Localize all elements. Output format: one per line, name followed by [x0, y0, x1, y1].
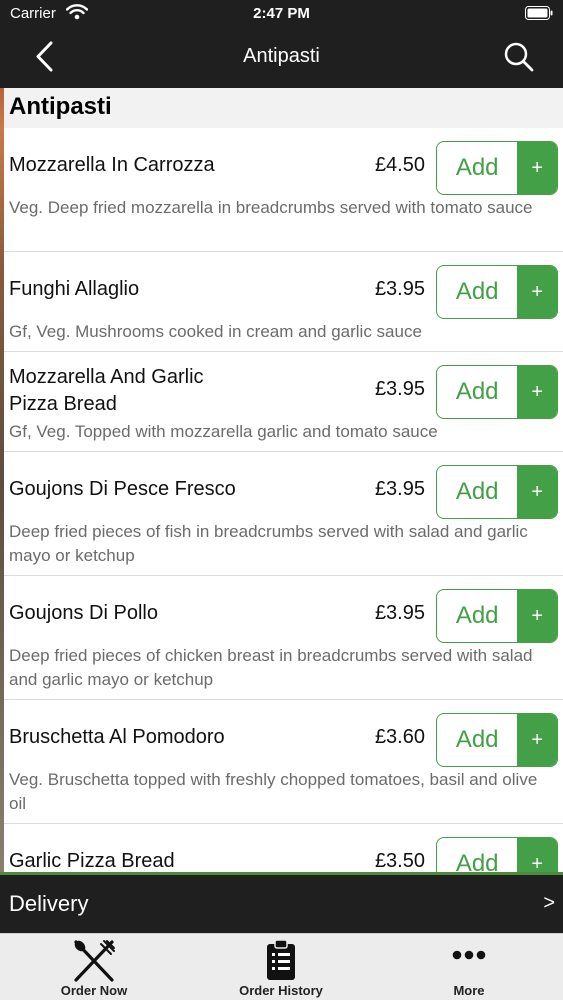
item-price: £3.95	[374, 478, 425, 500]
menu-list: Antipasti Mozzarella In Carrozza £4.50 Add…	[0, 88, 563, 874]
item-description: Deep fried pieces of fish in breadcrumbs…	[9, 522, 528, 565]
more-dots-icon	[451, 948, 487, 967]
items-list: Mozzarella In Carrozza £4.50 Add + Veg. Deep…	[4, 128, 563, 874]
menu-item: Funghi Allaglio £3.95 Add + Gf, Veg. Mushroo…	[4, 252, 563, 352]
page-title: Antipasti	[243, 45, 320, 67]
item-name: Mozzarella And Garlic Pizza Bread	[9, 366, 204, 415]
fork-knife-icon	[71, 938, 117, 989]
item-price: £3.60	[374, 726, 425, 748]
tab-order-history[interactable]: Order History	[211, 934, 351, 1000]
plus-icon: +	[517, 366, 557, 418]
item-description: Deep fried pieces of chicken breast in b…	[9, 646, 533, 689]
add-button[interactable]: Add +	[436, 265, 558, 319]
add-label: Add	[455, 378, 499, 405]
menu-item: Mozzarella In Carrozza £4.50 Add + Veg. Deep…	[4, 128, 563, 252]
add-label: Add	[455, 154, 499, 181]
add-button[interactable]: Add +	[436, 589, 558, 643]
status-time: 2:47 PM	[253, 5, 310, 22]
item-price: £3.50	[374, 850, 425, 872]
menu-item: Bruschetta Al Pomodoro £3.60 Add + Veg. Brus…	[4, 700, 563, 824]
battery-icon	[525, 6, 553, 24]
tab-label: More	[453, 983, 485, 998]
item-description: Gf, Veg. Topped with mozzarella garlic a…	[9, 422, 438, 441]
add-button[interactable]: Add +	[436, 365, 558, 419]
status-bar: Carrier 2:47 PM	[0, 0, 563, 28]
chevron-left-icon[interactable]	[26, 38, 66, 78]
delivery-label: Delivery	[9, 891, 89, 916]
item-name: Goujons Di Pollo	[9, 602, 158, 624]
menu-item: Garlic Pizza Bread £3.50 Add +	[4, 824, 563, 874]
item-price: £3.95	[374, 378, 425, 400]
menu-item: Mozzarella And Garlic Pizza Bread £3.95 Ad…	[4, 352, 563, 452]
add-button[interactable]: Add +	[436, 837, 558, 874]
tab-label: Order History	[239, 983, 323, 998]
menu-item: Goujons Di Pesce Fresco £3.95 Add + Deep fri…	[4, 452, 563, 576]
add-button[interactable]: Add +	[436, 141, 558, 195]
nav-bar: Antipasti	[0, 28, 563, 88]
plus-icon: +	[517, 590, 557, 642]
item-description: Veg. Deep fried mozzarella in breadcrumb…	[9, 198, 533, 217]
add-label: Add	[455, 602, 499, 629]
tab-bar: Order Now Order History More	[0, 933, 563, 1000]
item-price: £4.50	[374, 154, 425, 176]
tab-order-now[interactable]: Order Now	[24, 934, 164, 1000]
add-button[interactable]: Add +	[436, 713, 558, 767]
item-name: Garlic Pizza Bread	[9, 850, 175, 872]
add-label: Add	[455, 278, 499, 305]
item-name: Bruschetta Al Pomodoro	[9, 726, 225, 748]
add-label: Add	[455, 850, 499, 874]
plus-icon: +	[517, 714, 557, 766]
section-header: Antipasti	[4, 88, 563, 128]
item-description: Veg. Bruschetta topped with freshly chop…	[9, 770, 538, 813]
item-price: £3.95	[374, 602, 425, 624]
plus-icon: +	[517, 266, 557, 318]
plus-icon: +	[517, 466, 557, 518]
top-bar: Carrier 2:47 PM Antipasti	[0, 0, 563, 88]
plus-icon: +	[517, 142, 557, 194]
add-button[interactable]: Add +	[436, 465, 558, 519]
delivery-bar[interactable]: Delivery >	[0, 875, 563, 933]
menu-item: Goujons Di Pollo £3.95 Add + Deep fried piec…	[4, 576, 563, 700]
item-name: Goujons Di Pesce Fresco	[9, 478, 236, 500]
tab-label: Order Now	[60, 983, 128, 998]
plus-icon: +	[517, 838, 557, 874]
search-icon[interactable]	[499, 38, 539, 78]
add-label: Add	[455, 478, 499, 505]
item-name: Funghi Allaglio	[9, 278, 140, 300]
item-description: Gf, Veg. Mushrooms cooked in cream and g…	[9, 322, 422, 341]
chevron-right-icon: >	[543, 892, 555, 914]
add-label: Add	[455, 726, 499, 753]
item-price: £3.95	[374, 278, 425, 300]
clipboard-icon	[264, 938, 298, 987]
tab-more[interactable]: More	[399, 934, 539, 1000]
item-name: Mozzarella In Carrozza	[9, 154, 215, 176]
